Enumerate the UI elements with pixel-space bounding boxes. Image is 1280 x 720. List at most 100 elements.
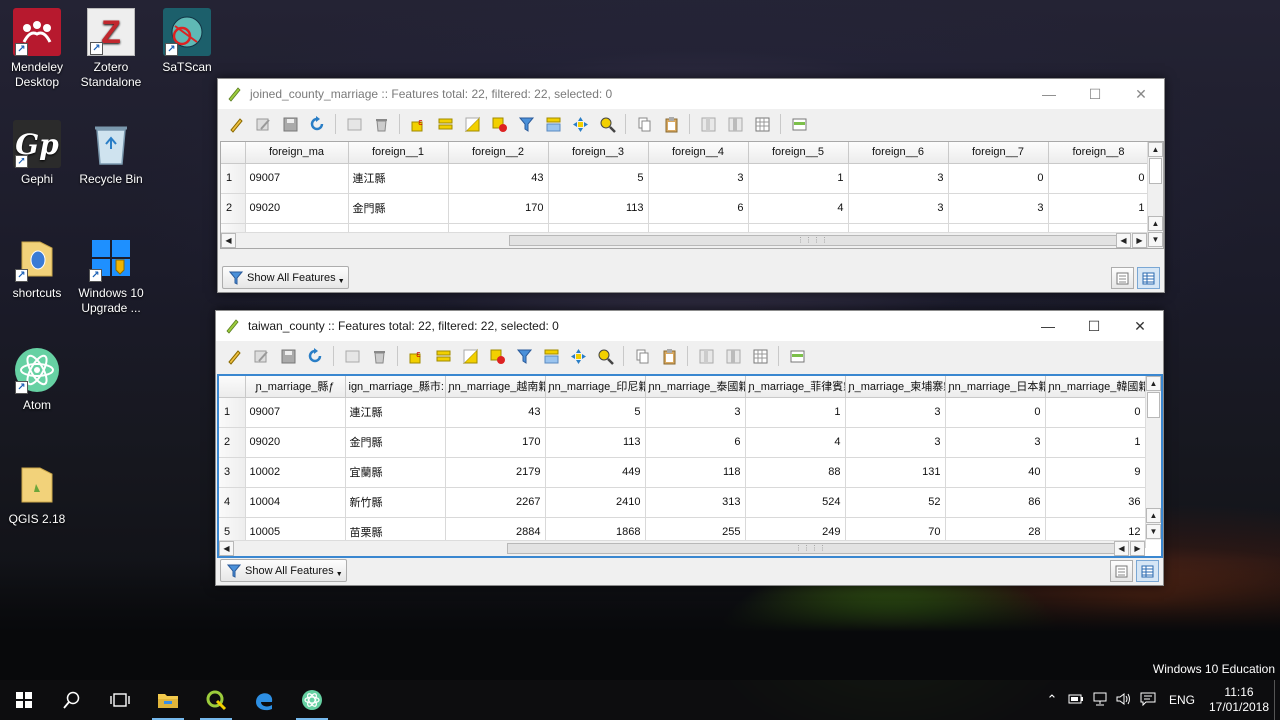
table-cell[interactable]: 40 (945, 457, 1046, 488)
add-feature-button[interactable] (340, 344, 364, 368)
power-battery-icon[interactable] (1064, 693, 1088, 708)
desktop-icon-windows10-upgrade[interactable]: ↗ Windows 10 Upgrade ... (74, 234, 148, 316)
scroll-up-button[interactable]: ▲ (1148, 142, 1163, 157)
column-header[interactable]: foreign__2 (448, 142, 549, 164)
scroll-up-button[interactable]: ▲ (1146, 376, 1161, 391)
table-cell[interactable]: 2179 (445, 457, 546, 488)
table-cell[interactable]: 1 (1048, 193, 1150, 224)
taskbar-atom[interactable] (288, 680, 336, 720)
table-cell[interactable]: 1 (745, 397, 846, 428)
table-cell[interactable]: 36 (1045, 487, 1146, 518)
table-cell[interactable]: 1 (1045, 427, 1146, 458)
column-header[interactable]: ɲn_marriage_日本籍 (945, 376, 1046, 398)
scroll-right-button[interactable]: ▶ (1132, 233, 1147, 248)
close-button[interactable]: ✕ (1117, 311, 1163, 341)
table-cell[interactable]: 3 (848, 193, 949, 224)
delete-feature-button[interactable] (367, 344, 391, 368)
save-edits-button[interactable] (278, 112, 302, 136)
column-header[interactable]: ɲ_marriage_菲律賓籍 (745, 376, 846, 398)
new-field-button[interactable] (694, 344, 718, 368)
desktop-icon-zotero[interactable]: Z ↗ Zotero Standalone (74, 8, 148, 90)
close-button[interactable]: ✕ (1118, 79, 1164, 109)
scrollbar-thumb[interactable] (1147, 392, 1160, 418)
table-cell[interactable]: 3 (948, 193, 1049, 224)
toggle-editing-button[interactable] (222, 344, 246, 368)
table-view-button[interactable] (1137, 267, 1160, 289)
table-cell[interactable]: 09020 (245, 427, 346, 458)
corner-header[interactable] (219, 376, 246, 398)
table-cell[interactable]: 10002 (245, 457, 346, 488)
table-cell[interactable]: 3 (645, 397, 746, 428)
form-view-button[interactable] (1111, 267, 1134, 289)
scroll-left-button[interactable]: ◀ (1114, 541, 1129, 556)
table-cell[interactable]: 449 (545, 457, 646, 488)
table-cell[interactable]: 3 (845, 427, 946, 458)
table-cell[interactable]: 170 (445, 427, 546, 458)
zoom-to-selection-button[interactable] (593, 344, 617, 368)
input-language-indicator[interactable]: ENG (1160, 693, 1204, 707)
column-header[interactable]: ɲ_marriage_柬埔寨籍 (845, 376, 946, 398)
start-button[interactable] (0, 680, 48, 720)
desktop-icon-atom[interactable]: ↗ Atom (0, 346, 74, 413)
scroll-down-button[interactable]: ▼ (1148, 232, 1163, 247)
select-all-button[interactable] (433, 112, 457, 136)
delete-feature-button[interactable] (369, 112, 393, 136)
show-desktop-button[interactable] (1274, 680, 1280, 720)
scroll-left-button[interactable]: ◀ (221, 233, 236, 248)
table-view-button[interactable] (1136, 560, 1159, 582)
desktop-icon-satscan[interactable]: ↗ SaTScan (150, 8, 224, 75)
row-header[interactable]: 2 (219, 427, 246, 458)
table-row[interactable]: 2 09020 金門縣 170 113 6 4 3 3 1 (219, 427, 1146, 458)
table-cell[interactable]: 0 (948, 163, 1049, 194)
conditional-formatting-button[interactable] (787, 112, 811, 136)
table-row[interactable]: 1 09007 連江縣 43 5 3 1 3 0 0 (221, 163, 1150, 194)
table-cell[interactable]: 3 (845, 397, 946, 428)
new-field-button[interactable] (696, 112, 720, 136)
scroll-left-button[interactable]: ◀ (1116, 233, 1131, 248)
scroll-down-button[interactable]: ▼ (1146, 524, 1161, 539)
table-cell[interactable]: 313 (645, 487, 746, 518)
show-hidden-icons-chevron-icon[interactable]: ⌃ (1040, 692, 1064, 708)
table-cell[interactable]: 524 (745, 487, 846, 518)
pan-to-selection-button[interactable] (566, 344, 590, 368)
volume-icon[interactable] (1112, 692, 1136, 709)
table-cell[interactable]: 0 (1048, 163, 1150, 194)
table-cell[interactable]: 4 (748, 193, 849, 224)
pan-to-selection-button[interactable] (568, 112, 592, 136)
clock[interactable]: 11:16 17/01/2018 (1204, 685, 1274, 715)
move-selection-to-top-button[interactable] (539, 344, 563, 368)
vertical-scrollbar[interactable]: ▲ ▲ ▼ (1145, 376, 1161, 540)
table-row[interactable]: 2 09020 金門縣 170 113 6 4 3 3 1 (221, 193, 1150, 224)
scrollbar-thumb[interactable]: ⋮⋮⋮⋮ (507, 543, 1115, 554)
table-cell[interactable]: 52 (845, 487, 946, 518)
table-cell[interactable]: 09007 (245, 397, 346, 428)
table-cell[interactable]: 131 (845, 457, 946, 488)
reload-button[interactable] (303, 344, 327, 368)
minimize-button[interactable]: — (1025, 311, 1071, 341)
table-cell[interactable]: 0 (1045, 397, 1146, 428)
desktop-icon-qgis[interactable]: QGIS 2.18 (0, 460, 74, 527)
copy-button[interactable] (630, 344, 654, 368)
table-cell[interactable]: 金門縣 (348, 193, 449, 224)
scrollbar-thumb[interactable]: ⋮⋮⋮⋮ (509, 235, 1117, 246)
save-edits-button[interactable] (276, 344, 300, 368)
column-header[interactable]: foreign__1 (348, 142, 449, 164)
column-header[interactable]: foreign__4 (648, 142, 749, 164)
conditional-formatting-button[interactable] (785, 344, 809, 368)
field-calculator-button[interactable] (748, 344, 772, 368)
table-cell[interactable]: 6 (645, 427, 746, 458)
show-all-features-button[interactable]: Show All Features ▼ (220, 559, 347, 582)
add-feature-button[interactable] (342, 112, 366, 136)
table-cell[interactable]: 113 (545, 427, 646, 458)
row-header[interactable]: 1 (219, 397, 246, 428)
table-row[interactable]: 1 09007 連江縣 43 5 3 1 3 0 0 (219, 397, 1146, 428)
search-button[interactable] (48, 680, 96, 720)
table-cell[interactable]: 連江縣 (348, 163, 449, 194)
table-cell[interactable]: 118 (645, 457, 746, 488)
table-cell[interactable]: 43 (448, 163, 549, 194)
column-header[interactable]: foreign__3 (548, 142, 649, 164)
action-center-icon[interactable] (1136, 692, 1160, 709)
deselect-all-button[interactable] (485, 344, 509, 368)
row-header[interactable]: 2 (221, 193, 246, 224)
maximize-button[interactable]: ☐ (1071, 311, 1117, 341)
